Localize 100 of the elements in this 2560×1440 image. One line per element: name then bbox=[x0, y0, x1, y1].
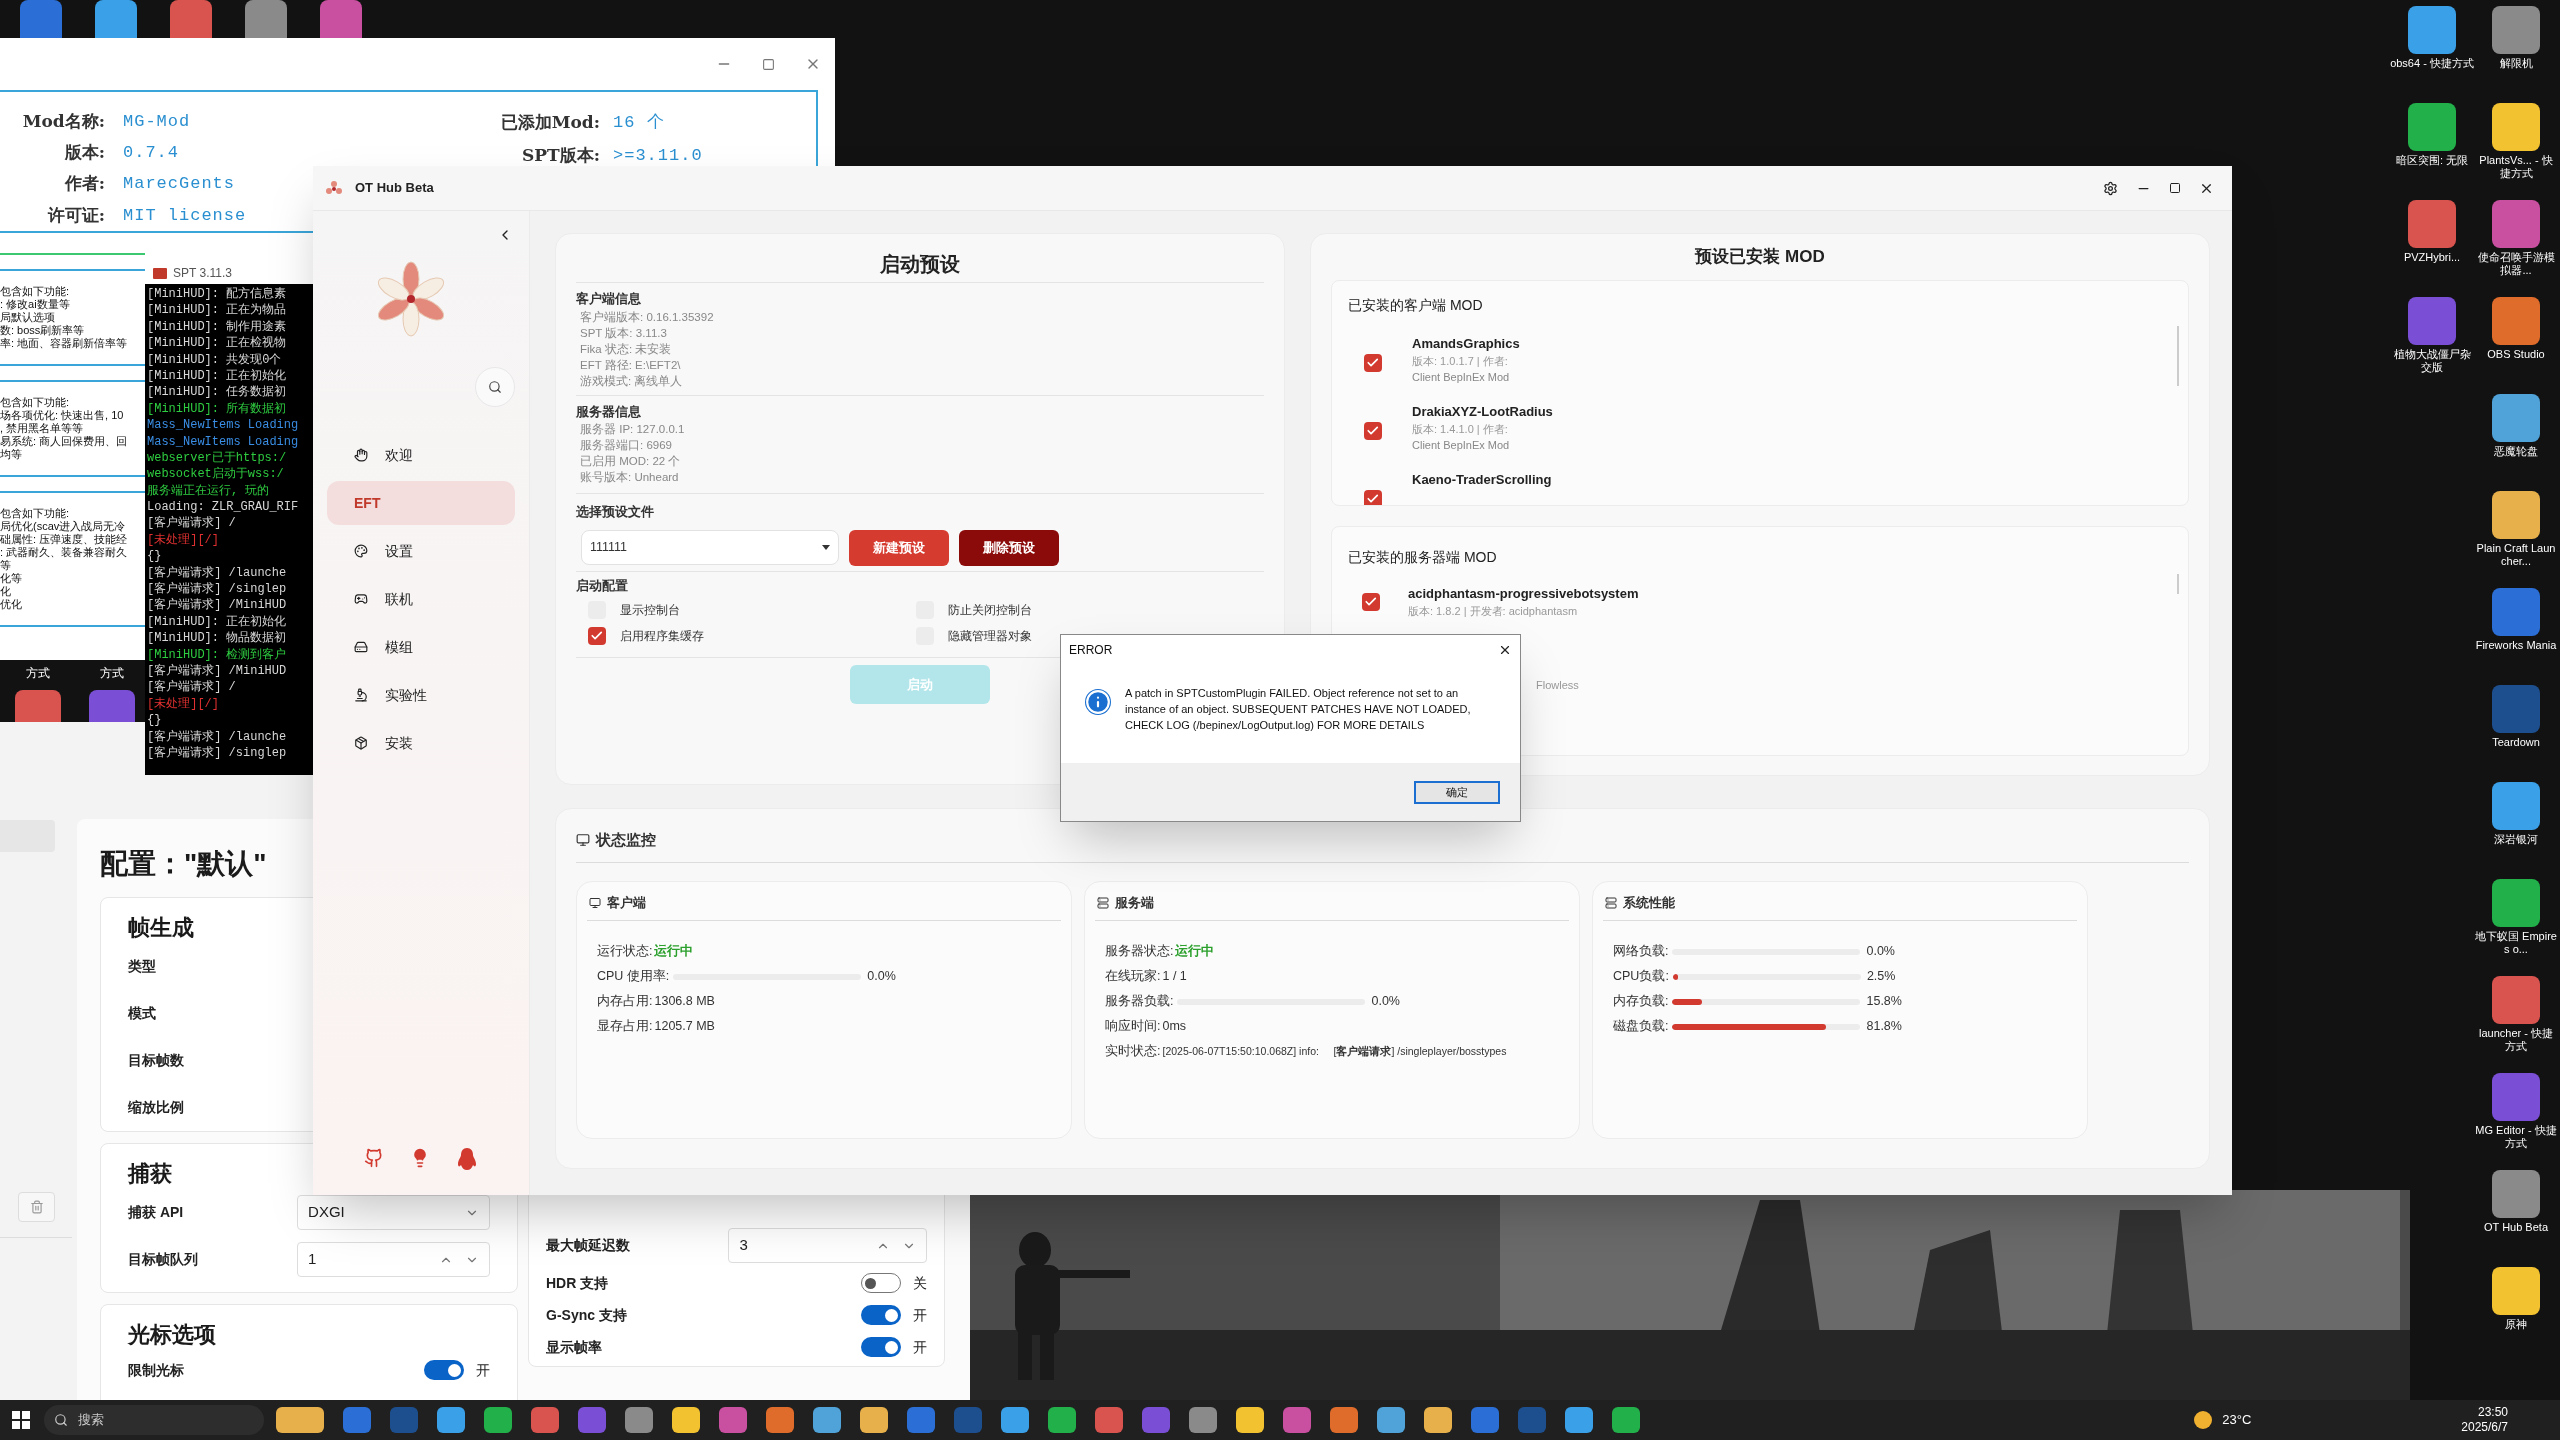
shortcut-label[interactable]: 暗区突围: 无限 bbox=[2390, 154, 2474, 167]
console-line: [MiniHUD]: 制作用途素 bbox=[147, 318, 288, 336]
taskbar-app-icon[interactable] bbox=[1330, 1407, 1358, 1433]
shortcut-label[interactable]: 方式 bbox=[100, 664, 124, 682]
preset-select[interactable]: 111111 bbox=[581, 530, 839, 565]
feature-line: 局优化(scav进入战局无冷 bbox=[0, 520, 127, 533]
close-icon[interactable] bbox=[1498, 643, 1512, 657]
taskbar-app-icon[interactable] bbox=[719, 1407, 747, 1433]
taskbar-app-icon[interactable] bbox=[1424, 1407, 1452, 1433]
taskbar-app-icon[interactable] bbox=[1001, 1407, 1029, 1433]
nav-item[interactable]: 联机 bbox=[327, 577, 515, 621]
new-preset-button[interactable]: 新建预设 bbox=[849, 529, 949, 566]
app-icon[interactable] bbox=[2492, 588, 2540, 636]
shortcut-label[interactable]: launcher - 快捷方式 bbox=[2474, 1027, 2558, 1053]
app-icon[interactable] bbox=[2492, 879, 2540, 927]
setting-label: G-Sync 支持 bbox=[546, 1305, 628, 1325]
maximize-icon[interactable] bbox=[2169, 182, 2181, 194]
nav-item[interactable]: 模组 bbox=[327, 625, 515, 669]
nav-item[interactable]: 欢迎 bbox=[327, 433, 515, 477]
app-icon[interactable] bbox=[2492, 782, 2540, 830]
taskbar-app-icon[interactable] bbox=[1565, 1407, 1593, 1433]
app-icon[interactable] bbox=[2492, 200, 2540, 248]
app-icon[interactable] bbox=[2492, 1267, 2540, 1315]
field-value: MIT license bbox=[123, 204, 247, 227]
nav-item[interactable]: EFT bbox=[327, 481, 515, 525]
taskbar-app-icon[interactable] bbox=[1377, 1407, 1405, 1433]
shortcut-label[interactable]: PVZHybri... bbox=[2390, 251, 2474, 264]
taskbar-app-icon[interactable] bbox=[484, 1407, 512, 1433]
search-field[interactable]: 搜索 bbox=[44, 1405, 264, 1435]
setting-label: 模式 bbox=[128, 1004, 157, 1023]
shortcut-label[interactable]: 深岩银河 bbox=[2474, 833, 2558, 846]
scrollbar[interactable] bbox=[2177, 574, 2179, 594]
taskbar-app-icon[interactable] bbox=[1612, 1407, 1640, 1433]
taskbar-app-icon[interactable] bbox=[531, 1407, 559, 1433]
number-field[interactable]: 1 bbox=[297, 1242, 490, 1277]
penguin-icon[interactable] bbox=[456, 1147, 478, 1171]
nav-item[interactable]: 实验性 bbox=[327, 673, 515, 717]
taskbar-app-icon[interactable] bbox=[1048, 1407, 1076, 1433]
app-icon[interactable] bbox=[2408, 200, 2456, 248]
app-icon[interactable] bbox=[15, 690, 61, 724]
stat-label: 实时状态: bbox=[1105, 1043, 1161, 1061]
checkbox[interactable] bbox=[1362, 593, 1380, 611]
app-icon[interactable] bbox=[2492, 103, 2540, 151]
nav-item[interactable]: 安装 bbox=[327, 721, 515, 765]
shortcut-label[interactable]: Plain Craft Launcher... bbox=[2474, 542, 2558, 568]
shortcut-label[interactable]: 解限机 bbox=[2474, 57, 2558, 70]
shortcut-label[interactable]: OBS Studio bbox=[2474, 348, 2558, 361]
shortcut-label[interactable]: Teardown bbox=[2474, 736, 2558, 749]
checkbox[interactable] bbox=[1364, 354, 1382, 372]
shortcut-label[interactable]: Fireworks Mania bbox=[2474, 639, 2558, 652]
toggle-switch[interactable] bbox=[861, 1273, 901, 1293]
toggle-switch[interactable] bbox=[861, 1337, 901, 1357]
taskbar-app-icon[interactable] bbox=[1189, 1407, 1217, 1433]
shortcut-label[interactable]: 地下蚁国 Empires o... bbox=[2474, 930, 2558, 956]
number-field[interactable]: 3 bbox=[728, 1228, 927, 1263]
app-icon[interactable] bbox=[2492, 976, 2540, 1024]
taskbar-app-icon[interactable] bbox=[813, 1407, 841, 1433]
taskbar-app-icon[interactable] bbox=[860, 1407, 888, 1433]
app-icon[interactable] bbox=[2408, 6, 2456, 54]
select-field[interactable]: DXGI bbox=[297, 1195, 490, 1230]
taskbar-app-icon[interactable] bbox=[1283, 1407, 1311, 1433]
taskbar-app-icon[interactable] bbox=[276, 1407, 324, 1433]
app-icon[interactable] bbox=[2492, 394, 2540, 442]
toggle-switch[interactable] bbox=[424, 1360, 464, 1380]
github-icon[interactable] bbox=[364, 1147, 384, 1169]
shortcut-label[interactable]: 植物大战僵尸杂交版 bbox=[2390, 348, 2474, 374]
app-icon[interactable] bbox=[2408, 103, 2456, 151]
ok-button[interactable]: 确定 bbox=[1414, 780, 1500, 804]
field-label: 作者: bbox=[63, 172, 105, 196]
checkbox[interactable] bbox=[1364, 422, 1382, 440]
toggle-switch[interactable] bbox=[861, 1305, 901, 1325]
scrollbar[interactable] bbox=[2177, 326, 2179, 386]
checkbox[interactable] bbox=[588, 627, 606, 645]
checkbox[interactable] bbox=[1364, 490, 1382, 505]
shortcut-label[interactable]: MG Editor - 快捷方式 bbox=[2474, 1124, 2558, 1150]
taskbar-app-icon[interactable] bbox=[437, 1407, 465, 1433]
field-value: 0.7.4 bbox=[123, 142, 179, 165]
shortcut-label[interactable]: 原神 bbox=[2474, 1318, 2558, 1331]
shortcut-label[interactable]: 使命召唤手游模拟器... bbox=[2474, 251, 2558, 277]
app-icon[interactable] bbox=[2492, 1170, 2540, 1218]
delete-preset-button[interactable]: 删除预设 bbox=[959, 529, 1059, 566]
taskbar-app-icon[interactable] bbox=[1236, 1407, 1264, 1433]
search-button[interactable] bbox=[475, 367, 515, 407]
shortcut-label[interactable]: 方式 bbox=[26, 664, 50, 682]
app-icon[interactable] bbox=[2492, 6, 2540, 54]
shortcut-label[interactable]: PlantsVs... - 快捷方式 bbox=[2474, 154, 2558, 180]
app-icon[interactable] bbox=[2492, 491, 2540, 539]
app-icon[interactable] bbox=[2492, 297, 2540, 345]
shortcut-label[interactable]: OT Hub Beta bbox=[2474, 1221, 2558, 1234]
taskbar-app-icon[interactable] bbox=[672, 1407, 700, 1433]
start-icon[interactable] bbox=[12, 1411, 30, 1429]
shortcut-label[interactable]: obs64 - 快捷方式 bbox=[2390, 57, 2474, 70]
section-title: 光标选项 bbox=[128, 1321, 217, 1349]
settings-icon[interactable] bbox=[2103, 180, 2118, 196]
taskbar-app-icon[interactable] bbox=[1095, 1407, 1123, 1433]
taskbar-app-icon[interactable] bbox=[625, 1407, 653, 1433]
taskbar-app-icon[interactable] bbox=[766, 1407, 794, 1433]
shortcut-label[interactable]: 恶魔轮盘 bbox=[2474, 445, 2558, 458]
nav-item[interactable]: 设置 bbox=[327, 529, 515, 573]
app-icon[interactable] bbox=[89, 690, 135, 724]
